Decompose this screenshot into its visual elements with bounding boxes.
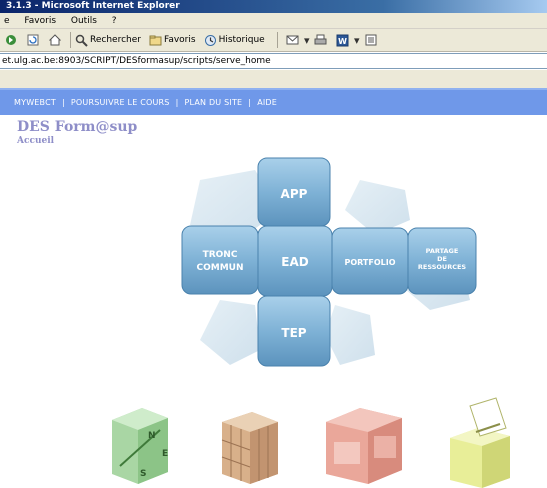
bottom-icon-row: N E S: [112, 397, 510, 488]
tile-app[interactable]: APP: [257, 157, 331, 227]
refresh-icon[interactable]: [26, 33, 40, 47]
tile-tep-label: TEP: [281, 326, 306, 340]
tile-portfolio-label: PORTFOLIO: [344, 258, 395, 267]
nav-continue-course[interactable]: POURSUIVRE LE COURS: [71, 98, 170, 107]
favorites-button[interactable]: Favoris: [149, 34, 196, 47]
tile-de-label: DE: [437, 255, 447, 263]
word-edit-icon[interactable]: W: [336, 33, 350, 47]
program-puzzle-map: APP TRONC COMMUN EAD PORTFOLIO PARTAGE D…: [181, 157, 477, 367]
tile-partage-ressources[interactable]: PARTAGE DE RESSOURCES: [407, 227, 477, 295]
nav-help[interactable]: AIDE: [257, 98, 277, 107]
tile-commun-label: COMMUN: [196, 263, 243, 273]
pink-cube-icon[interactable]: [326, 408, 402, 484]
tile-app-label: APP: [281, 187, 308, 201]
window-title-bar: 3.1.3 - Microsoft Internet Explorer: [0, 0, 547, 13]
background-shape: [200, 300, 260, 365]
nav-separator: |: [248, 98, 252, 107]
toolbar-separator: [276, 32, 278, 48]
toolbar: Rechercher Favoris Historique ▾ W ▾: [0, 29, 547, 52]
toolbar-separator: [70, 32, 71, 48]
menu-item-tools[interactable]: Outils: [71, 16, 97, 26]
compass-east-label: E: [162, 449, 168, 459]
tile-partage-label: PARTAGE: [426, 247, 459, 255]
tile-ead[interactable]: EAD: [257, 225, 333, 297]
print-icon[interactable]: [314, 33, 328, 47]
mail-dropdown-icon[interactable]: ▾: [304, 33, 310, 47]
address-url[interactable]: et.ulg.ac.be:8903/SCRIPT/DESformasup/scr…: [2, 56, 271, 66]
menu-item-edit[interactable]: e: [4, 16, 10, 26]
puzzle-cube-icon[interactable]: [221, 412, 278, 484]
tile-tronc-commun[interactable]: TRONC COMMUN: [181, 225, 259, 295]
search-icon: [75, 34, 88, 47]
tile-ressources-label: RESSOURCES: [418, 263, 467, 271]
background-shape: [345, 180, 410, 235]
nav-separator: |: [61, 98, 65, 107]
browser-chrome-gap: [0, 70, 547, 88]
favorites-button-label: Favoris: [163, 35, 196, 45]
background-shape: [325, 305, 375, 365]
compass-cube-icon[interactable]: N E S: [112, 408, 168, 484]
history-button[interactable]: Historique: [204, 34, 265, 47]
ballot-box-icon[interactable]: [450, 397, 510, 488]
mail-icon[interactable]: [286, 33, 300, 47]
favorites-icon: [149, 34, 162, 47]
tile-ead-label: EAD: [281, 255, 308, 269]
nav-site-map[interactable]: PLAN DU SITE: [184, 98, 242, 107]
site-title: DES Form@sup: [17, 119, 138, 135]
address-bar[interactable]: et.ulg.ac.be:8903/SCRIPT/DESformasup/scr…: [0, 53, 547, 69]
menu-bar: e Favoris Outils ?: [0, 13, 547, 29]
tile-tronc-label: TRONC: [203, 250, 238, 260]
site-navigation: MYWEBCT | POURSUIVRE LE COURS | PLAN DU SITE…: [0, 88, 547, 115]
history-icon: [204, 34, 217, 47]
history-button-label: Historique: [218, 35, 265, 45]
home-icon[interactable]: [48, 33, 62, 47]
tile-tep[interactable]: TEP: [257, 295, 331, 367]
svg-text:W: W: [338, 37, 347, 46]
compass-south-label: S: [140, 469, 146, 479]
edit-dropdown-icon[interactable]: ▾: [354, 33, 360, 47]
tile-portfolio[interactable]: PORTFOLIO: [331, 227, 409, 295]
discuss-icon[interactable]: [364, 33, 378, 47]
nav-separator: |: [175, 98, 179, 107]
forward-icon[interactable]: [4, 33, 18, 47]
compass-north-label: N: [148, 431, 156, 441]
search-button-label: Rechercher: [90, 35, 141, 45]
menu-item-help[interactable]: ?: [112, 16, 117, 26]
search-button[interactable]: Rechercher: [75, 34, 141, 47]
nav-mywebct[interactable]: MYWEBCT: [14, 98, 56, 107]
page-subtitle: Accueil: [17, 136, 55, 146]
menu-item-favorites[interactable]: Favoris: [24, 16, 56, 26]
window-title: 3.1.3 - Microsoft Internet Explorer: [6, 1, 180, 11]
